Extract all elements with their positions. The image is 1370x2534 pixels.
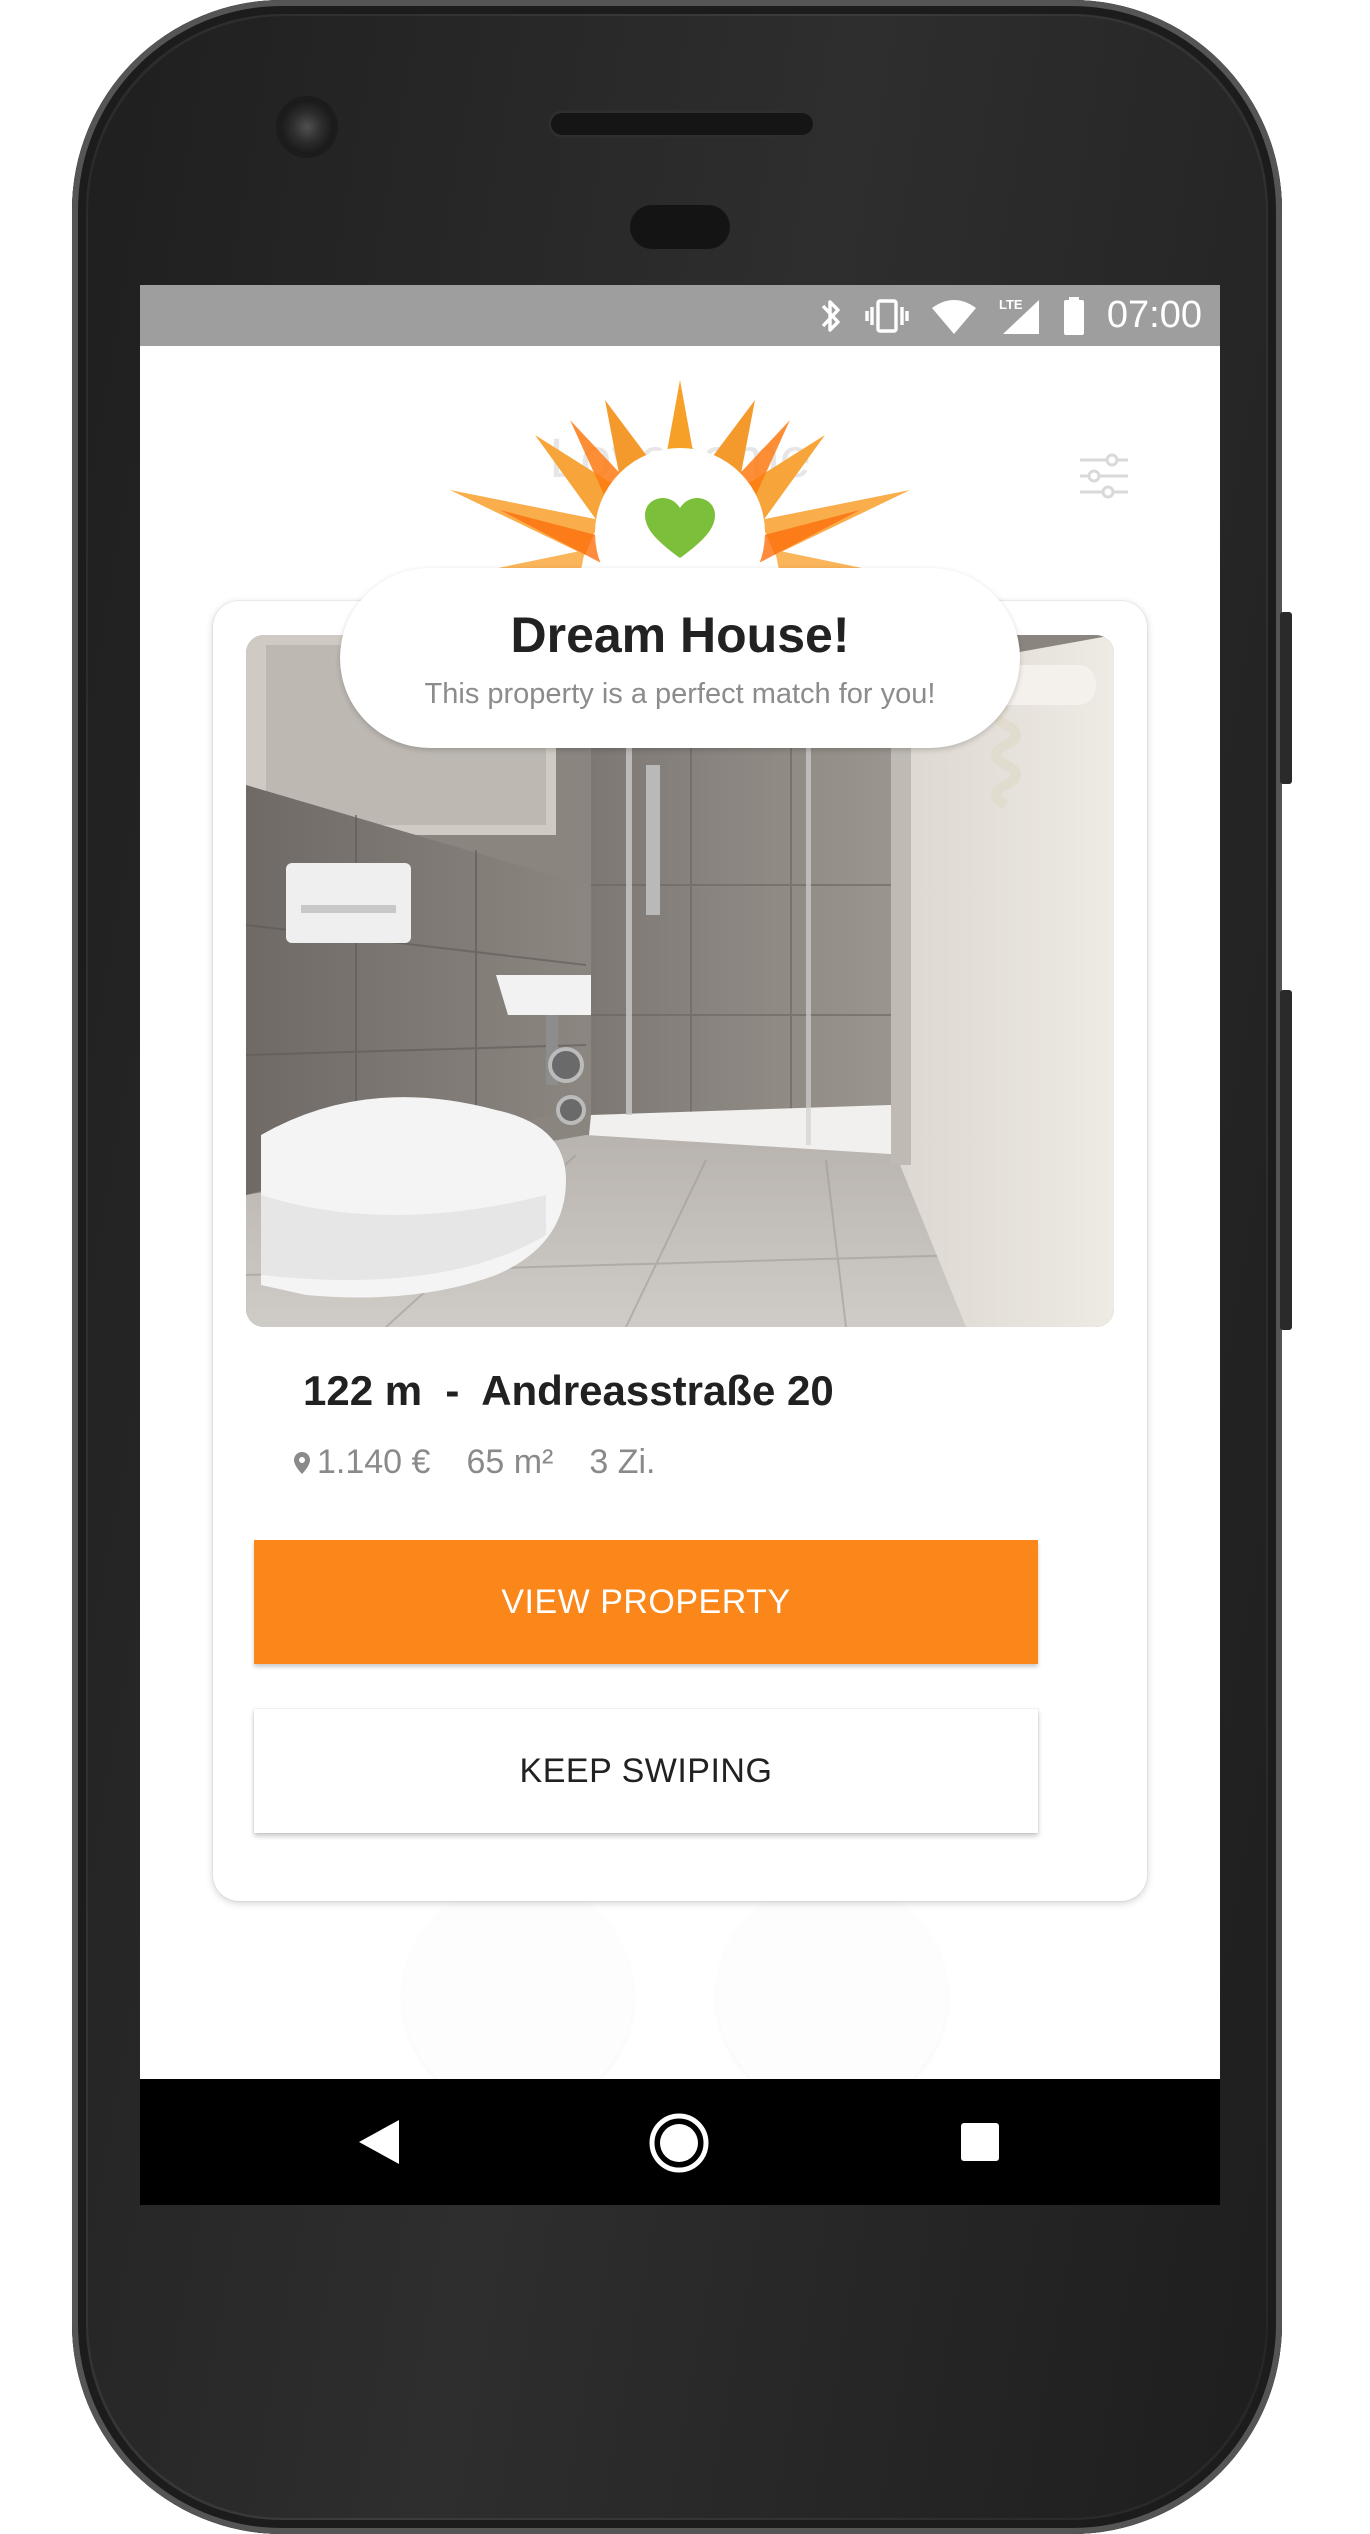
earpiece-speaker <box>548 110 816 138</box>
navigation-bar <box>140 2079 1220 2205</box>
match-subtitle: This property is a perfect match for you… <box>424 678 936 710</box>
location-pin-icon <box>294 1451 310 1474</box>
battery-icon <box>1063 296 1084 335</box>
listing-rooms: 3 Zi. <box>589 1443 656 1481</box>
wifi-icon <box>931 299 976 334</box>
price-group: 1.140 € <box>293 1443 430 1482</box>
dislike-circle-faded <box>403 1881 633 2111</box>
match-dialog: Dream House! This property is a perfect … <box>340 568 1020 748</box>
back-icon[interactable] <box>355 2118 401 2166</box>
screen: LTE 07:00 Lovehome <box>140 285 1220 2205</box>
home-icon[interactable] <box>648 2112 710 2174</box>
status-time: 07:00 <box>1106 294 1202 336</box>
status-bar: LTE 07:00 <box>140 285 1220 346</box>
network-type-label: LTE <box>999 297 1023 312</box>
sliders-icon[interactable] <box>1078 450 1130 502</box>
listing-meta: 1.140 € 65 m² 3 Zi. <box>293 1443 656 1482</box>
bluetooth-icon <box>821 299 840 332</box>
listing-title: 122 m - Andreasstraße 20 <box>303 1367 834 1414</box>
match-title: Dream House! <box>510 607 850 663</box>
proximity-sensor <box>630 205 730 249</box>
heart-icon <box>645 498 715 558</box>
vibrate-icon <box>865 298 909 333</box>
listing-price: 1.140 € <box>317 1443 431 1481</box>
like-circle-faded <box>717 1881 947 2111</box>
recents-icon[interactable] <box>960 2122 1000 2162</box>
property-card: 122 m - Andreasstraße 20 1.140 € 65 m² 3… <box>213 601 1147 1901</box>
view-property-button[interactable]: VIEW PROPERTY <box>254 1540 1038 1664</box>
power-button <box>1280 612 1292 784</box>
front-camera <box>280 100 334 154</box>
keep-swiping-button[interactable]: KEEP SWIPING <box>254 1709 1038 1833</box>
cell-signal-icon: LTE <box>999 297 1039 334</box>
volume-button <box>1280 990 1292 1330</box>
listing-area: 65 m² <box>466 1443 554 1481</box>
